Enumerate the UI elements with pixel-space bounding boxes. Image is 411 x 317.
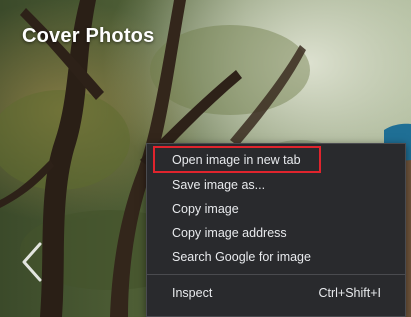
chevron-left-icon xyxy=(22,242,42,282)
menu-separator xyxy=(147,274,405,275)
inspect-shortcut: Ctrl+Shift+I xyxy=(318,286,381,300)
menu-item-copy-image-address[interactable]: Copy image address xyxy=(172,226,287,240)
menu-item-copy-image[interactable]: Copy image xyxy=(172,202,239,216)
previous-photo-button[interactable] xyxy=(20,240,46,284)
menu-item-inspect[interactable]: Inspect xyxy=(172,286,212,300)
context-menu: Open image in new tab Save image as... C… xyxy=(146,143,406,317)
menu-item-save-image-as[interactable]: Save image as... xyxy=(172,178,265,192)
menu-item-search-google-for-image[interactable]: Search Google for image xyxy=(172,250,311,264)
gallery-title: Cover Photos xyxy=(22,25,155,47)
cover-photo-viewer: Cover Photos Open image in new tab Save … xyxy=(0,0,411,317)
menu-item-open-image-new-tab[interactable]: Open image in new tab xyxy=(172,153,301,167)
